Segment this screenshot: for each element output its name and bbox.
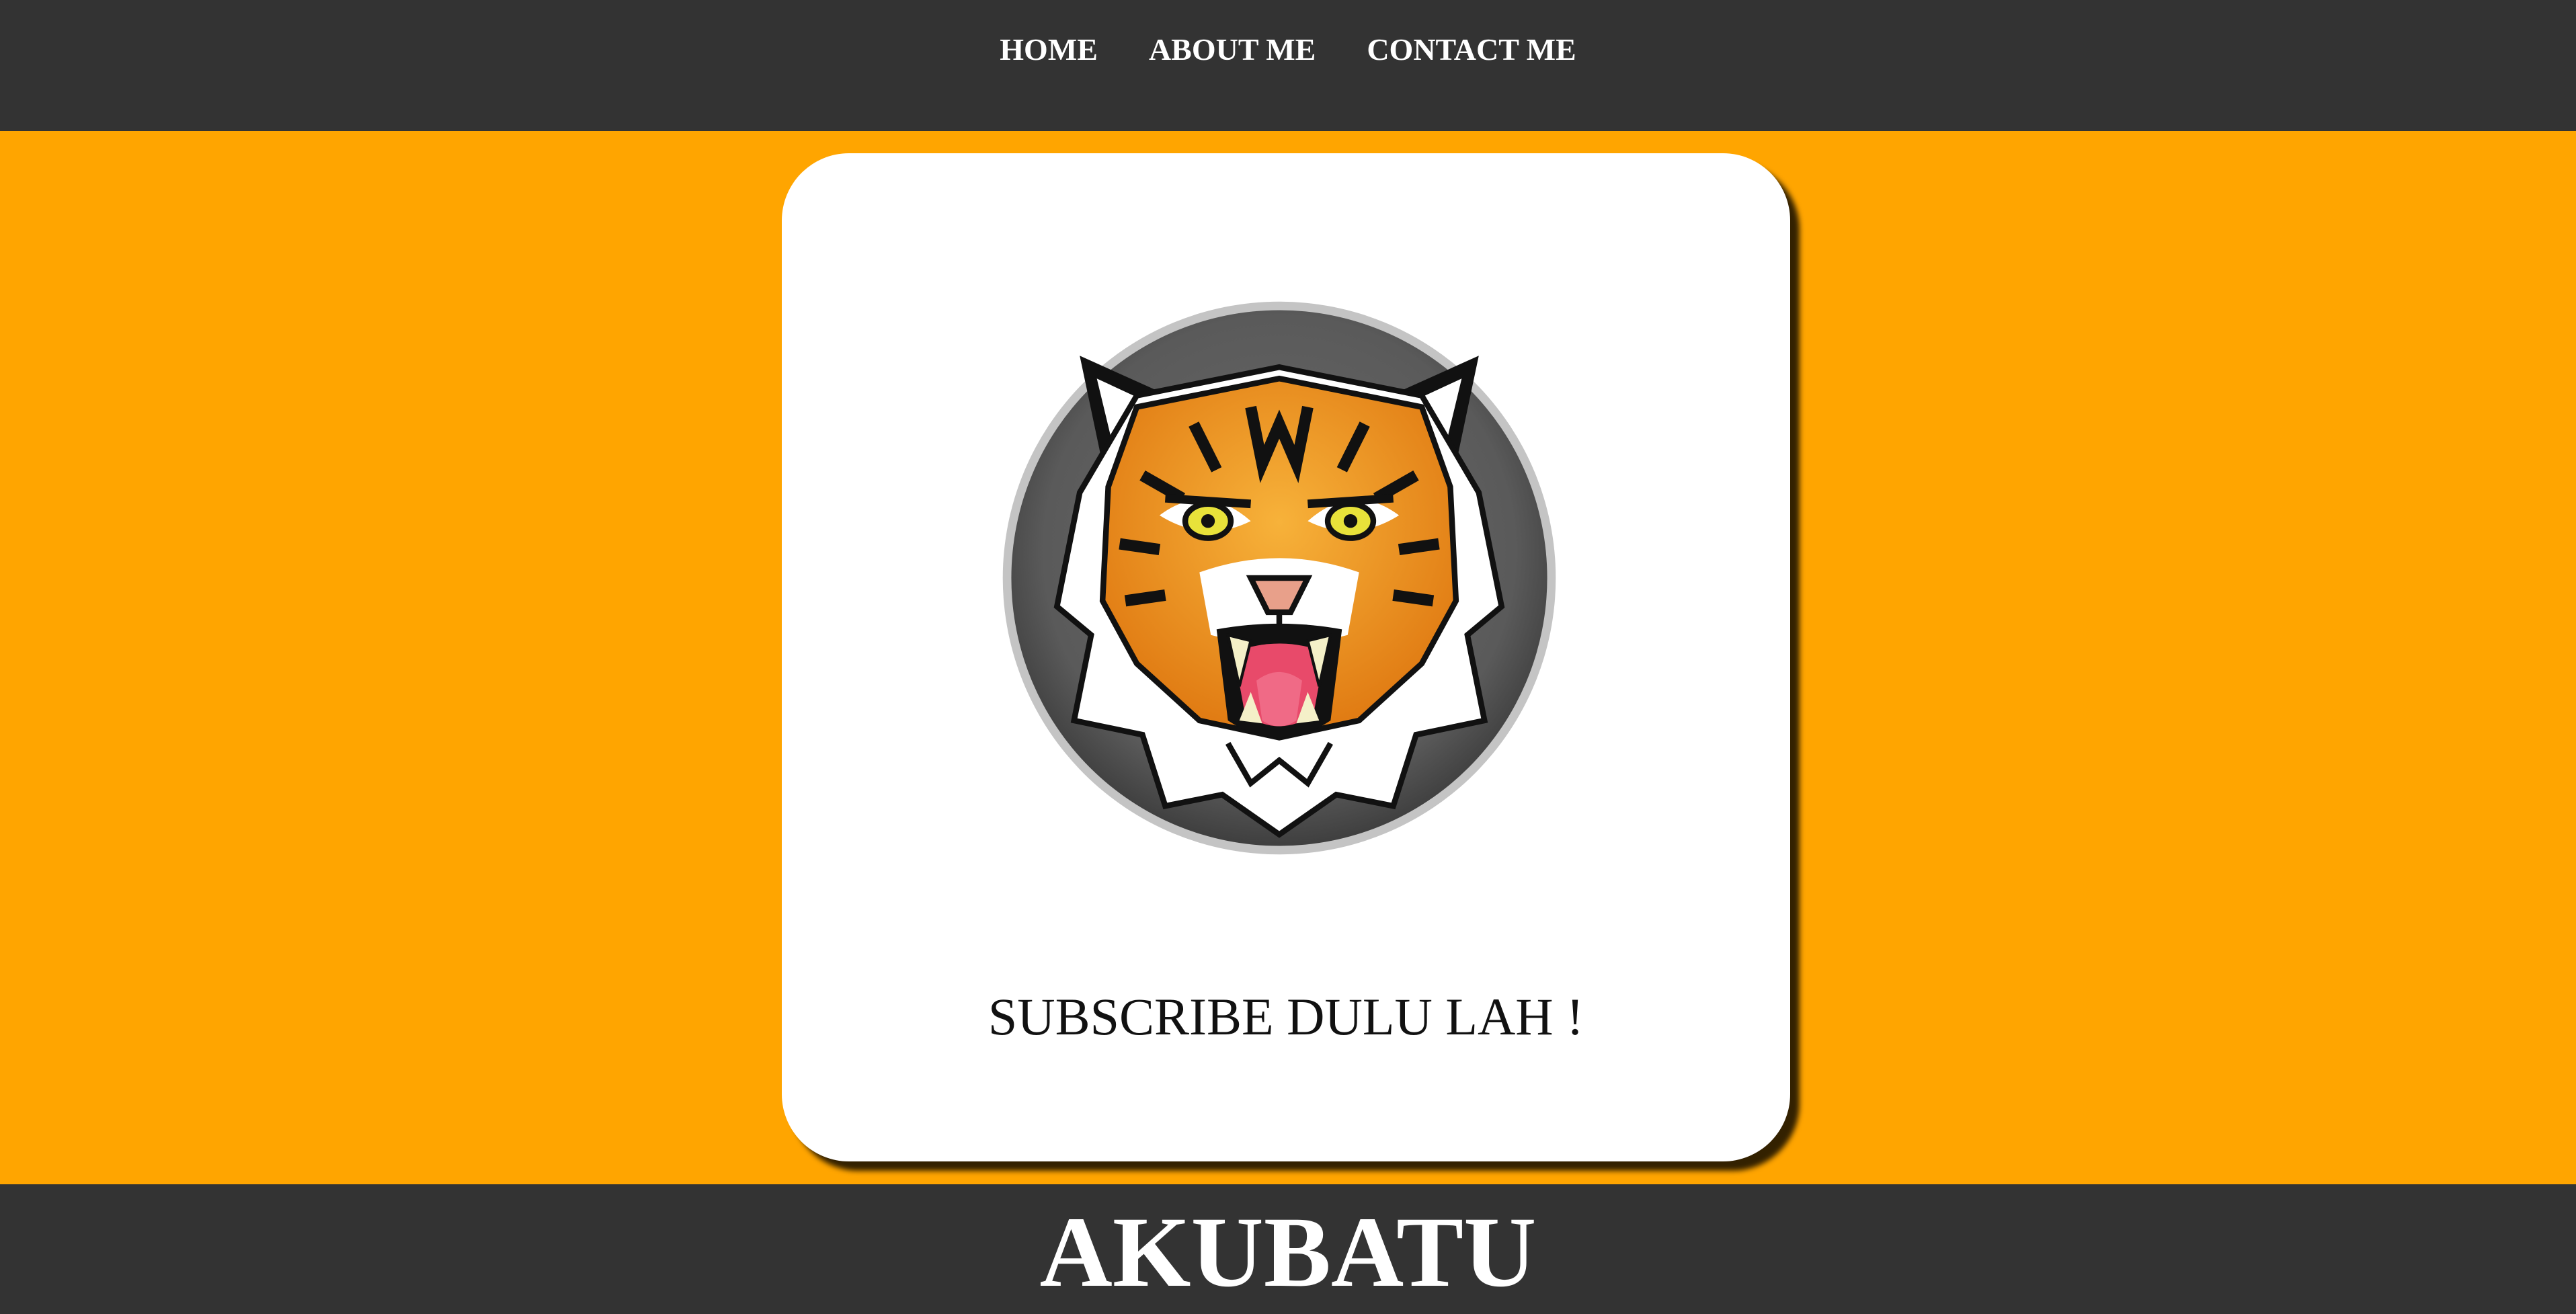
top-navigation-bar: HOME ABOUT ME CONTACT ME	[0, 0, 2576, 131]
nav-menu: HOME ABOUT ME CONTACT ME	[0, 30, 2576, 70]
footer-bar: AKUBATU	[0, 1184, 2576, 1314]
nav-item-home: HOME	[1000, 30, 1098, 70]
footer-site-title: AKUBATU	[1039, 1196, 1537, 1308]
nav-link-contact-me[interactable]: CONTACT ME	[1367, 32, 1576, 67]
tiger-head-icon	[994, 293, 1564, 863]
nav-link-home[interactable]: HOME	[1000, 32, 1098, 67]
profile-card: SUBSCRIBE DULU LAH !	[782, 153, 1790, 1161]
subscribe-message: SUBSCRIBE DULU LAH !	[988, 987, 1584, 1046]
nav-item-about-me: ABOUT ME	[1149, 30, 1316, 70]
nav-link-about-me[interactable]: ABOUT ME	[1149, 32, 1316, 67]
nav-item-contact-me: CONTACT ME	[1367, 30, 1576, 70]
